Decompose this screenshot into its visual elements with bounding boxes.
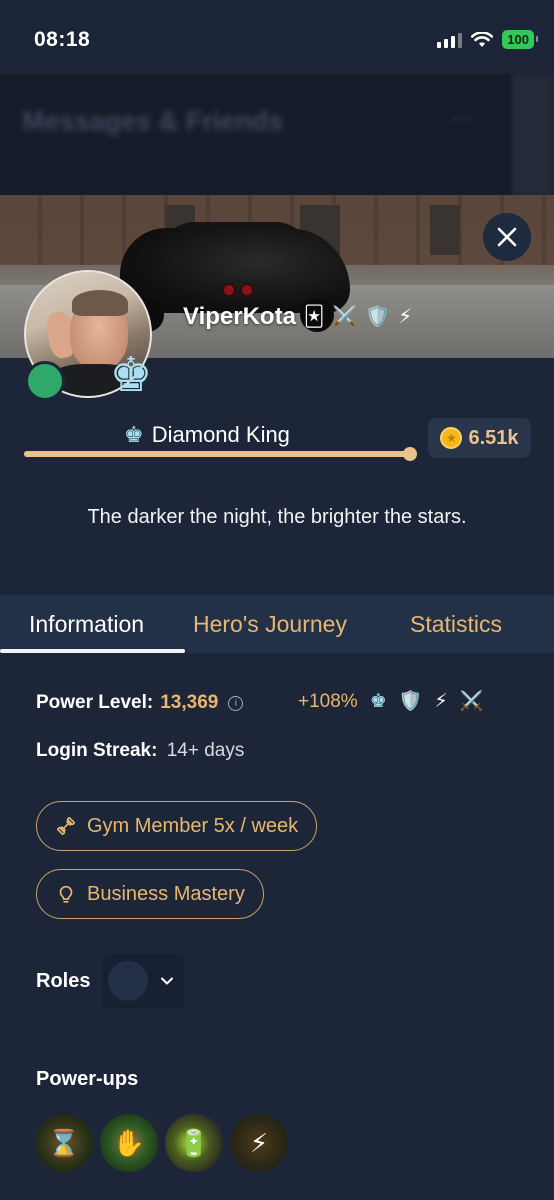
username-row: ViperKota 🃏 ⚔️ 🛡️ ⚡ — [183, 303, 412, 331]
cellular-signal-icon — [437, 32, 463, 48]
login-streak-row: Login Streak: 14+ days — [36, 740, 244, 762]
tag-business-mastery[interactable]: Business Mastery — [36, 869, 264, 919]
rank-name: Diamond King — [151, 422, 290, 447]
rank-progress-fill — [24, 451, 411, 457]
status-bar: 08:18 100 — [0, 0, 554, 74]
login-streak-value: 14+ days — [166, 740, 245, 761]
chevron-down-icon — [161, 977, 173, 985]
username: ViperKota — [183, 303, 296, 330]
power-boost-row: +108% ♚ 🛡️ ⚡ ⚔️ — [298, 690, 483, 714]
close-icon — [497, 227, 517, 247]
lightbulb-icon — [59, 885, 73, 903]
power-level-label: Power Level: — [36, 692, 154, 713]
coin-balance[interactable]: ★ 6.51k — [428, 418, 531, 458]
power-boost-value: +108% — [298, 691, 358, 712]
shield-badge-icon: 🛡️ — [365, 306, 391, 328]
hourglass-icon: ⌛ — [47, 1127, 81, 1158]
coin-icon: ★ — [440, 427, 463, 449]
info-icon[interactable]: i — [228, 695, 244, 711]
powerups-list: ⌛ ✋ 🔋 ⚡ — [35, 1114, 288, 1172]
profile-bio: The darker the night, the brighter the s… — [87, 506, 467, 528]
power-level-row: Power Level: 13,369 i — [36, 692, 244, 714]
background-screen-edge — [512, 74, 554, 196]
background-screen-title: Messages & Friends — [22, 106, 284, 136]
crown-icon: ♚ — [124, 422, 144, 447]
status-time: 08:18 — [34, 28, 91, 51]
king-rank-icon: ♚ — [109, 349, 153, 402]
login-streak-label: Login Streak: — [36, 740, 158, 761]
status-icons: 100 — [437, 30, 538, 49]
crossed-swords-badge-icon: ⚔️ — [332, 306, 358, 328]
playing-card-badge-icon: 🃏 — [303, 306, 325, 328]
tab-information[interactable]: Information — [29, 611, 144, 638]
crossed-swords-boost-icon: ⚔️ — [459, 691, 484, 712]
power-level-value: 13,369 — [160, 692, 219, 713]
background-menu-icon: ··· — [450, 105, 474, 132]
online-status-indicator — [25, 361, 65, 401]
hand-powerup[interactable]: ✋ — [100, 1114, 158, 1172]
circuit-icon: ⚡ — [249, 1127, 269, 1158]
rank-progress-knob — [403, 447, 418, 461]
battery-indicator: 100 — [502, 30, 538, 49]
hourglass-powerup[interactable]: ⌛ — [35, 1114, 93, 1172]
roles-label: Roles — [36, 970, 91, 992]
circuit-powerup[interactable]: ⚡ — [230, 1114, 288, 1172]
battery-icon: 🔋 — [177, 1127, 211, 1158]
powerups-label: Power-ups — [36, 1068, 139, 1090]
hand-icon: ✋ — [112, 1127, 146, 1158]
close-button[interactable] — [483, 213, 531, 261]
rank-progress-bar — [24, 451, 414, 457]
wifi-icon — [471, 31, 494, 47]
coin-value: 6.51k — [468, 426, 519, 449]
tab-heros-journey[interactable]: Hero's Journey — [193, 611, 347, 638]
crown-boost-icon: ♚ — [369, 691, 387, 712]
lightning-boost-icon: ⚡ — [434, 691, 448, 712]
roles-dropdown[interactable] — [102, 954, 184, 1008]
tag-gym-member[interactable]: Gym Member 5x / week — [36, 801, 318, 851]
profile-tabs: Information Hero's Journey Statistics — [0, 595, 554, 653]
dumbbell-icon — [57, 817, 75, 835]
role-avatar — [108, 961, 148, 1001]
active-tab-indicator — [0, 649, 185, 653]
rank-label: ♚ Diamond King — [124, 422, 290, 448]
tag-label: Business Mastery — [87, 882, 245, 905]
lightning-badge-icon: ⚡ — [398, 306, 413, 328]
shield-boost-icon: 🛡️ — [398, 691, 423, 712]
tag-label: Gym Member 5x / week — [87, 814, 299, 837]
tab-statistics[interactable]: Statistics — [410, 611, 502, 638]
battery-powerup[interactable]: 🔋 — [165, 1114, 223, 1172]
